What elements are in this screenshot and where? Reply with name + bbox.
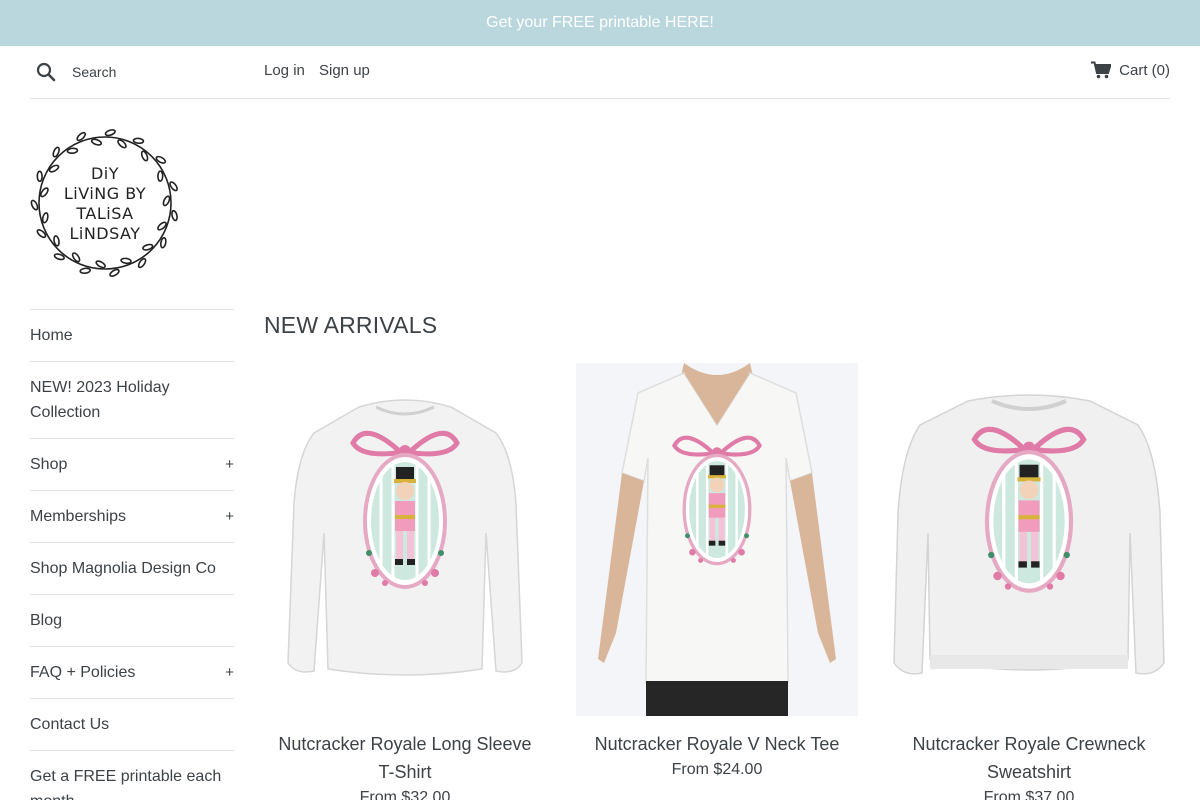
expand-plus-icon[interactable]: +: [219, 452, 234, 477]
sidebar-item-holiday-collection[interactable]: NEW! 2023 Holiday Collection: [30, 362, 234, 439]
sidebar-item-contact[interactable]: Contact Us: [30, 699, 234, 751]
logo-line: TALiSA: [75, 204, 133, 223]
product-price: From $24.00: [671, 761, 763, 778]
cart-icon: [1091, 61, 1112, 79]
sidebar-item-label: Memberships: [30, 508, 127, 525]
sidebar-item-shop[interactable]: Shop +: [30, 439, 234, 491]
product-card[interactable]: Nutcracker Royale Long Sleeve T-Shirt Fr…: [264, 363, 546, 800]
sidebar-item-memberships[interactable]: Memberships +: [30, 491, 234, 543]
cart-link[interactable]: Cart (0): [1091, 61, 1170, 79]
expand-plus-icon[interactable]: +: [219, 660, 234, 685]
site-logo[interactable]: DiY LiViNG BY TALiSA LiNDSAY: [30, 128, 180, 278]
login-link[interactable]: Log in: [264, 62, 305, 79]
site-header: Log in Sign up Cart (0): [30, 46, 1170, 99]
product-image[interactable]: [264, 363, 546, 716]
product-title[interactable]: Nutcracker Royale Long Sleeve T-Shirt: [264, 730, 546, 786]
sidebar-item-faq[interactable]: FAQ + Policies +: [30, 647, 234, 699]
logo-line: DiY: [91, 164, 119, 183]
cart-label: Cart (0): [1119, 61, 1170, 79]
sidebar-item-label: NEW! 2023 Holiday Collection: [30, 379, 170, 421]
product-image[interactable]: [888, 363, 1170, 716]
sidebar-item-label: Contact Us: [30, 716, 110, 733]
announcement-text: Get your FREE printable HERE!: [486, 14, 714, 31]
search-icon[interactable]: [36, 62, 56, 82]
sidebar-nav: Home NEW! 2023 Holiday Collection Shop + …: [30, 309, 234, 800]
product-title[interactable]: Nutcracker Royale V Neck Tee: [576, 730, 858, 758]
sidebar-item-label: FAQ + Policies: [30, 664, 136, 681]
product-price: From $32.00: [359, 789, 451, 800]
logo-line: LiViNG BY: [64, 184, 146, 203]
sidebar-item-label: Get a FREE printable each month: [30, 768, 222, 800]
sidebar-item-label: Shop: [30, 456, 68, 473]
product-card[interactable]: Nutcracker Royale Crewneck Sweatshirt Fr…: [888, 363, 1170, 800]
section-title: NEW ARRIVALS: [264, 312, 438, 338]
product-price: From $37.00: [983, 789, 1075, 800]
sidebar-item-label: Shop Magnolia Design Co: [30, 560, 216, 577]
sidebar-item-home[interactable]: Home: [30, 310, 234, 362]
sidebar-item-label: Blog: [30, 612, 63, 629]
search-input[interactable]: [72, 60, 252, 84]
product-title[interactable]: Nutcracker Royale Crewneck Sweatshirt: [888, 730, 1170, 786]
product-card[interactable]: Nutcracker Royale V Neck Tee From $24.00: [576, 363, 858, 800]
expand-plus-icon[interactable]: +: [219, 504, 234, 529]
logo-line: LiNDSAY: [69, 224, 140, 243]
product-image[interactable]: [576, 363, 858, 716]
sidebar-item-magnolia[interactable]: Shop Magnolia Design Co: [30, 543, 234, 595]
product-grid: Nutcracker Royale Long Sleeve T-Shirt Fr…: [264, 363, 1170, 800]
sidebar-item-free-printable[interactable]: Get a FREE printable each month: [30, 751, 234, 800]
sidebar-item-label: Home: [30, 327, 73, 344]
signup-link[interactable]: Sign up: [319, 62, 370, 79]
sidebar-item-blog[interactable]: Blog: [30, 595, 234, 647]
announcement-bar[interactable]: Get your FREE printable HERE!: [0, 0, 1200, 46]
